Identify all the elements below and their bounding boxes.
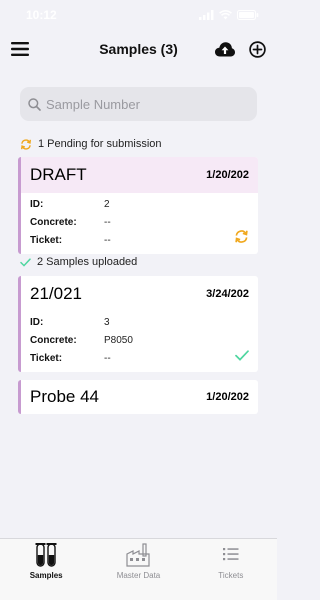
card-header: 21/021 3/24/202 — [21, 276, 258, 312]
cloud-upload-icon — [215, 41, 235, 56]
card-header: Probe 44 1/20/202 — [21, 380, 258, 414]
sample-card-draft[interactable]: DRAFT 1/20/202 ID: 2 Concrete: -- Ticket… — [18, 157, 258, 254]
card-title: Probe 44 — [30, 387, 99, 406]
hamburger-menu-icon — [11, 42, 29, 56]
card-date: 1/20/202 — [206, 391, 249, 403]
card-field-concrete: Concrete: -- — [30, 216, 111, 228]
status-bar: 10:12 — [0, 0, 277, 30]
list-icon — [222, 548, 239, 561]
card-field-ticket: Ticket: -- — [30, 234, 111, 246]
wifi-icon — [219, 10, 232, 20]
test-tubes-icon — [35, 543, 57, 567]
tab-label: Tickets — [218, 571, 244, 580]
pending-sync-status — [234, 230, 249, 248]
card-field-id: ID: 3 — [30, 316, 110, 328]
factory-icon — [126, 543, 151, 567]
tab-label: Samples — [29, 571, 63, 580]
card-field-concrete: Concrete: P8050 — [30, 334, 133, 346]
sync-icon — [20, 138, 32, 150]
tab-master-data[interactable]: Master Data — [98, 542, 178, 580]
card-field-ticket: Ticket: -- — [30, 352, 111, 364]
search-input[interactable] — [46, 96, 246, 112]
card-date: 3/24/202 — [206, 288, 249, 300]
plus-circle-icon — [249, 40, 266, 58]
tab-samples[interactable]: Samples — [6, 542, 86, 580]
menu-button[interactable] — [11, 42, 29, 56]
tab-bar: Samples Master Data Tickets — [0, 538, 277, 600]
uploaded-status — [235, 348, 249, 366]
upload-button[interactable] — [215, 41, 235, 57]
sample-card[interactable]: Probe 44 1/20/202 — [18, 380, 258, 414]
uploaded-label: 2 Samples uploaded — [37, 256, 138, 268]
status-icons — [199, 10, 259, 20]
uploaded-section-header: 2 Samples uploaded — [20, 256, 137, 268]
search-bar — [20, 87, 257, 121]
add-sample-button[interactable] — [249, 40, 266, 58]
sample-card[interactable]: 21/021 3/24/202 ID: 3 Concrete: P8050 Ti… — [18, 276, 258, 372]
search-icon — [28, 97, 41, 111]
card-header: DRAFT 1/20/202 — [21, 157, 258, 193]
pending-label: 1 Pending for submission — [38, 138, 162, 150]
battery-icon — [237, 10, 259, 20]
pending-section-header: 1 Pending for submission — [20, 138, 162, 150]
navigation-bar: Samples (3) — [0, 30, 277, 68]
tab-tickets[interactable]: Tickets — [191, 542, 271, 580]
card-title: 21/021 — [30, 284, 82, 303]
sync-icon — [235, 230, 248, 243]
status-time: 10:12 — [26, 8, 57, 22]
card-field-id: ID: 2 — [30, 198, 110, 210]
check-icon — [20, 257, 31, 267]
card-date: 1/20/202 — [206, 169, 249, 181]
tab-label: Master Data — [116, 571, 161, 580]
signal-icon — [199, 10, 214, 20]
check-icon — [235, 350, 249, 361]
card-title: DRAFT — [30, 165, 87, 184]
